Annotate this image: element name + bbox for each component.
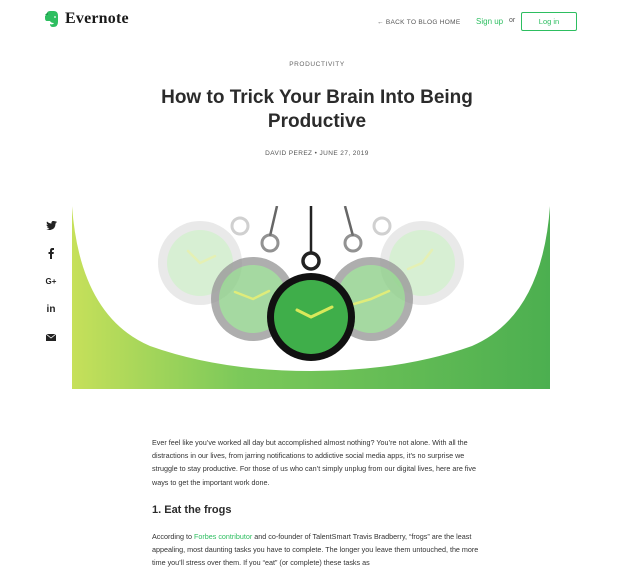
brand-name: Evernote [65, 10, 129, 27]
article-title: How to Trick Your Brain Into Being Produ… [161, 87, 473, 132]
elephant-logo-icon [45, 11, 58, 27]
paragraph-text: According to [152, 532, 194, 541]
evernote-logo[interactable]: Evernote [44, 10, 129, 28]
share-bar: G+ in [44, 218, 58, 358]
intro-paragraph: Ever feel like you’ve worked all day but… [152, 438, 476, 487]
section-heading-eat-the-frogs: 1. Eat the frogs [152, 504, 232, 516]
or-separator: or [509, 17, 516, 24]
twitter-icon[interactable] [44, 218, 58, 232]
facebook-icon[interactable] [44, 246, 58, 260]
category-label[interactable]: PRODUCTIVITY [0, 61, 634, 68]
paragraph-eat-the-frogs: According to Forbes contributor and co-f… [152, 530, 482, 570]
login-button[interactable]: Log in [521, 12, 577, 31]
google-plus-icon[interactable]: G+ [44, 274, 58, 288]
byline: DAVID PEREZ • JUNE 27, 2019 [265, 150, 369, 157]
linkedin-icon[interactable]: in [44, 302, 58, 316]
hero-image [72, 206, 550, 389]
email-icon[interactable] [44, 330, 58, 344]
forbes-contributor-link[interactable]: Forbes contributor [194, 532, 252, 541]
back-to-blog-link[interactable]: ← BACK TO BLOG HOME [377, 19, 460, 26]
signup-link[interactable]: Sign up [476, 17, 503, 26]
